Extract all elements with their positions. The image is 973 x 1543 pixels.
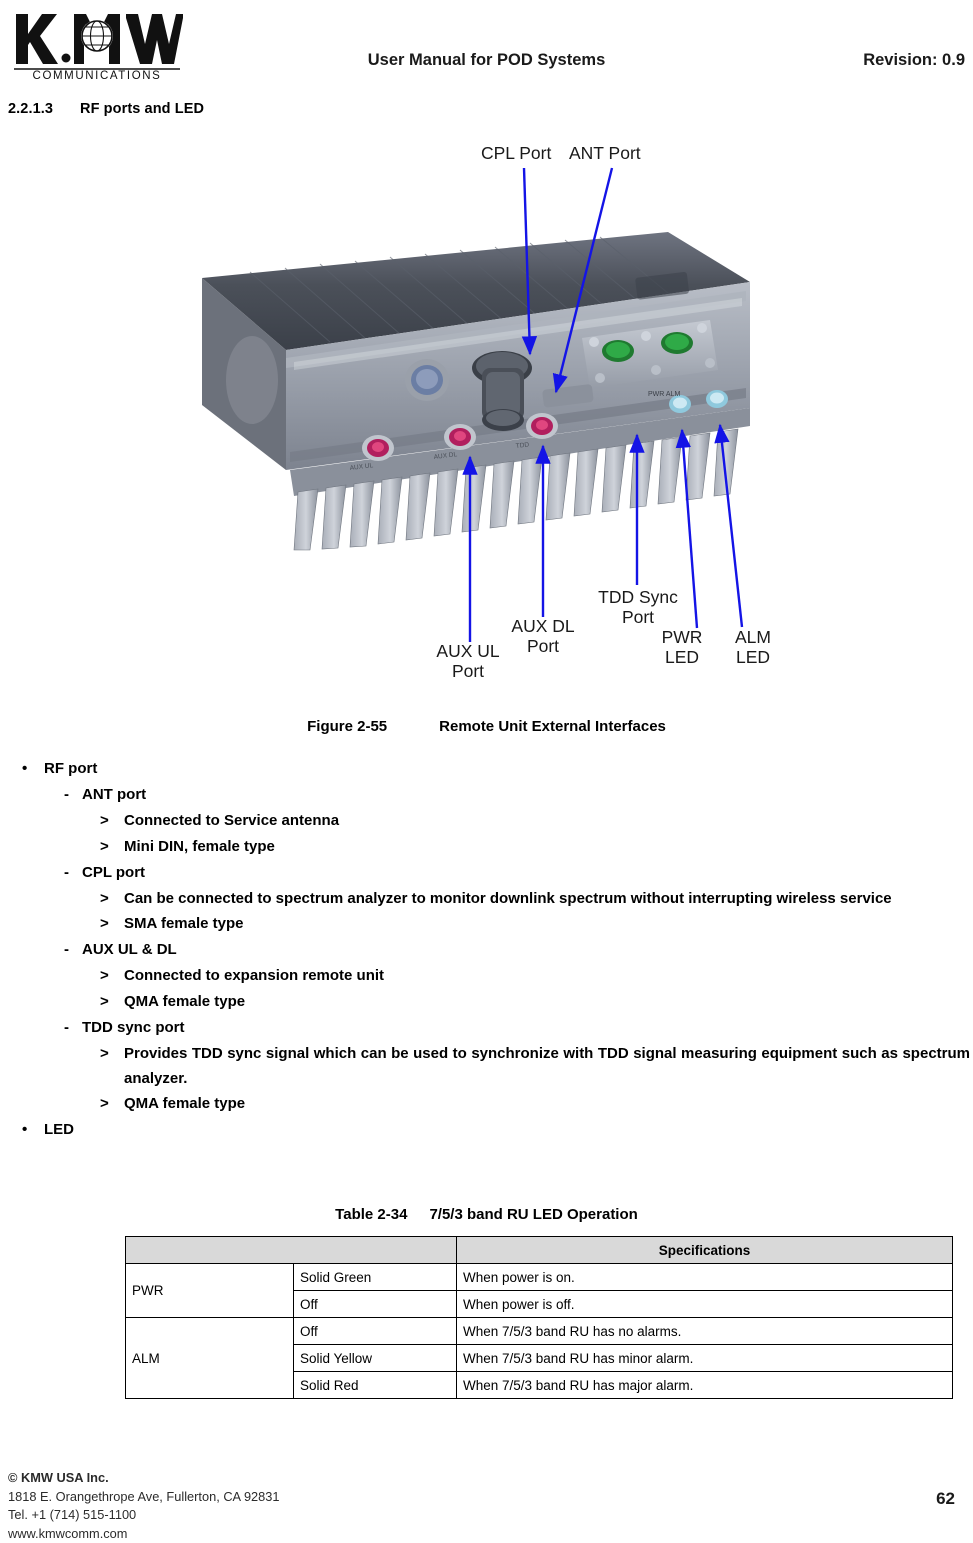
table-caption: 7/5/3 band RU LED Operation <box>429 1206 637 1223</box>
figure-caption: Figure 2-55 Remote Unit External Interfac… <box>0 718 973 735</box>
footer-line-4: www.kmwcomm.com <box>8 1525 280 1543</box>
footer-line-2: 1818 E. Orangethrope Ave, Fullerton, CA … <box>8 1488 280 1507</box>
cell-led-pwr: PWR <box>126 1264 294 1318</box>
led-operation-table: Specifications PWR Solid Green When powe… <box>125 1236 953 1399</box>
cell-state: Off <box>294 1318 457 1345</box>
svg-text:COMMUNICATIONS: COMMUNICATIONS <box>33 70 162 81</box>
table-header-specifications: Specifications <box>457 1237 953 1264</box>
callout-aux-dl-port: AUX DL Port <box>497 617 589 656</box>
cell-spec: When 7/5/3 band RU has major alarm. <box>457 1372 953 1399</box>
footer-line-3: Tel. +1 (714) 515-1100 <box>8 1506 280 1525</box>
list-item-ant-port-bullet-1: Connected to Service antenna <box>96 808 973 834</box>
cell-led-alm: ALM <box>126 1318 294 1399</box>
list-item-tdd-bullet-1: Provides TDD sync signal which can be us… <box>96 1041 970 1091</box>
table-row: ALM Off When 7/5/3 band RU has no alarms… <box>126 1318 953 1345</box>
callout-alm-led: ALM LED <box>722 628 784 667</box>
section-heading: 2.2.1.3RF ports and LED <box>8 101 204 117</box>
list-item-cpl-port: CPL port <box>58 860 973 886</box>
table-number: Table 2-34 <box>335 1206 407 1223</box>
list-item-led: LED <box>18 1117 973 1143</box>
cell-spec: When 7/5/3 band RU has no alarms. <box>457 1318 953 1345</box>
page-number: 62 <box>936 1489 955 1509</box>
cell-spec: When 7/5/3 band RU has minor alarm. <box>457 1345 953 1372</box>
cell-state: Off <box>294 1291 457 1318</box>
callout-ant-port: ANT Port <box>569 144 641 164</box>
header-revision: Revision: 0.9 <box>863 51 965 70</box>
cell-state: Solid Yellow <box>294 1345 457 1372</box>
remote-unit-photo: PWR ALM AUX U <box>190 220 760 575</box>
table-header-blank <box>126 1237 457 1264</box>
header-title: User Manual for POD Systems <box>0 51 973 70</box>
list-item-ant-port: ANT port <box>58 782 973 808</box>
cell-spec: When power is off. <box>457 1291 953 1318</box>
figure-title: Remote Unit External Interfaces <box>439 718 666 735</box>
table-row: PWR Solid Green When power is on. <box>126 1264 953 1291</box>
figure-number: Figure 2-55 <box>307 718 387 735</box>
cell-state: Solid Green <box>294 1264 457 1291</box>
specification-list: RF port ANT port Connected to Service an… <box>0 756 973 1143</box>
callout-tdd-sync-port: TDD Sync Port <box>592 588 684 627</box>
section-title: RF ports and LED <box>80 101 204 117</box>
list-item-ant-port-bullet-2: Mini DIN, female type <box>96 834 973 860</box>
list-item-tdd-bullet-2: QMA female type <box>96 1091 973 1117</box>
svg-text:PWR ALM: PWR ALM <box>648 391 680 398</box>
section-number: 2.2.1.3 <box>8 101 80 117</box>
list-item-cpl-port-bullet-2: SMA female type <box>96 911 973 937</box>
list-item-aux-bullet-1: Connected to expansion remote unit <box>96 963 973 989</box>
cell-state: Solid Red <box>294 1372 457 1399</box>
callout-cpl-port: CPL Port <box>481 144 551 164</box>
document-page: COMMUNICATIONS User Manual for POD Syste… <box>0 0 973 1541</box>
callout-pwr-led: PWR LED <box>651 628 713 667</box>
list-item-aux-ul-dl: AUX UL & DL <box>58 937 973 963</box>
cell-spec: When power is on. <box>457 1264 953 1291</box>
page-header: COMMUNICATIONS User Manual for POD Syste… <box>0 0 973 88</box>
footer-address: © KMW USA Inc. 1818 E. Orangethrope Ave,… <box>8 1469 280 1543</box>
table-title: Table 2-34 7/5/3 band RU LED Operation <box>0 1206 973 1223</box>
list-item-aux-bullet-2: QMA female type <box>96 989 973 1015</box>
footer-line-1: © KMW USA Inc. <box>8 1469 280 1488</box>
list-item-tdd-sync-port: TDD sync port <box>58 1015 973 1041</box>
list-item-cpl-port-bullet-1: Can be connected to spectrum analyzer to… <box>96 886 970 911</box>
table-header-row: Specifications <box>126 1237 953 1264</box>
page-footer: © KMW USA Inc. 1818 E. Orangethrope Ave,… <box>0 1451 973 1541</box>
figure-remote-unit: PWR ALM AUX U <box>0 130 973 750</box>
list-item-rf-port: RF port <box>18 756 973 782</box>
